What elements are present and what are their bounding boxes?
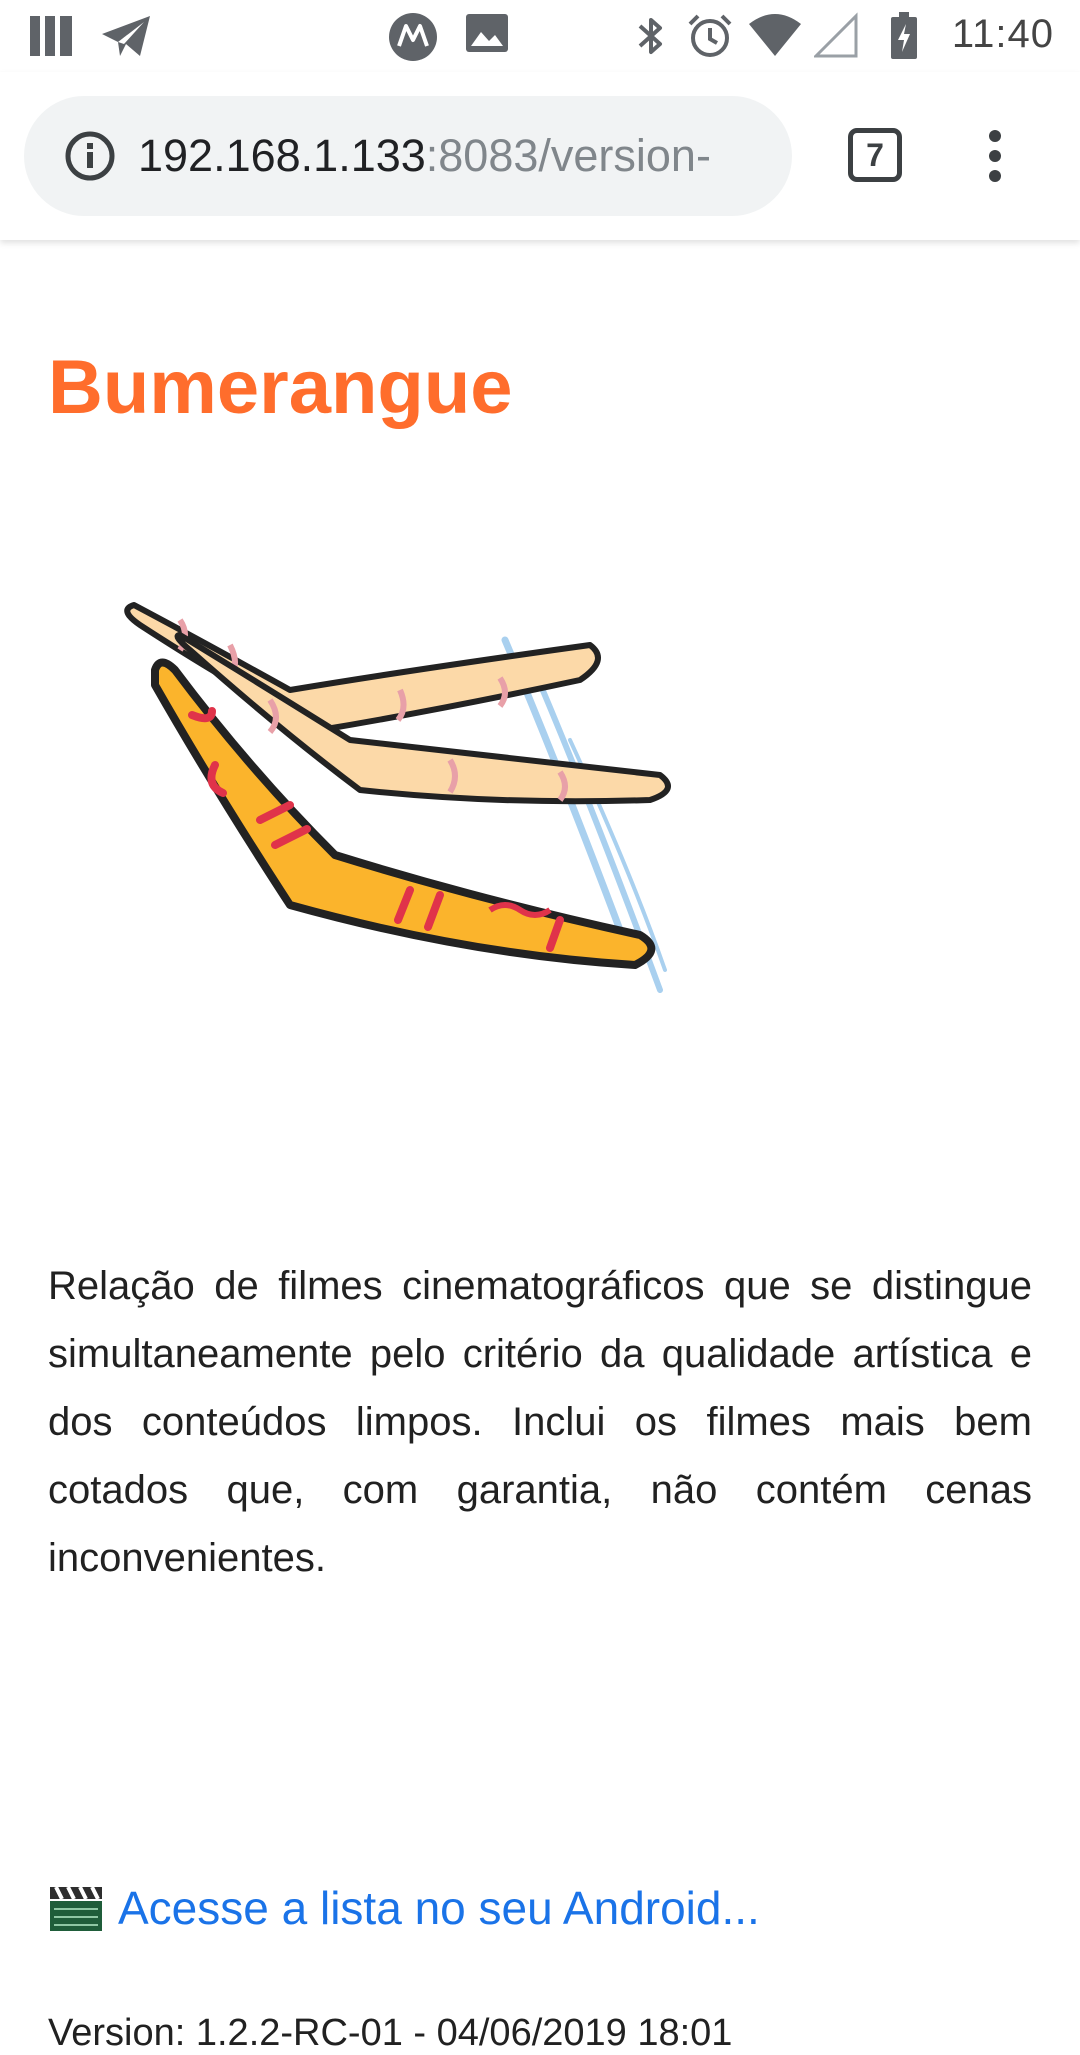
- url-path: :8083/version-: [425, 130, 711, 181]
- android-list-link[interactable]: Acesse a lista no seu Android...: [48, 1880, 760, 1937]
- address-bar[interactable]: 192.168.1.133:8083/version-: [24, 96, 792, 216]
- url-host: 192.168.1.133: [138, 130, 426, 181]
- signal-icon: [814, 12, 858, 58]
- bluetooth-icon: [638, 18, 662, 54]
- wifi-icon: [749, 14, 801, 56]
- motorola-icon: [389, 13, 437, 61]
- clapperboard-icon: [50, 1885, 102, 1931]
- boomerang-illustration: [124, 602, 671, 993]
- url-text[interactable]: 192.168.1.133:8083/version-: [138, 130, 778, 182]
- telegram-icon: [102, 16, 150, 56]
- version-text: Version: 1.2.2-RC-01 - 04/06/2019 18:01: [48, 2012, 733, 2054]
- more-options-icon[interactable]: [980, 128, 1010, 184]
- battery-charging-icon: [891, 12, 917, 59]
- gallery-icon: [466, 14, 508, 52]
- info-icon[interactable]: [64, 130, 116, 182]
- browser-toolbar: 192.168.1.133:8083/version- 7: [0, 72, 1080, 240]
- alarm-icon: [688, 14, 732, 57]
- tab-switcher-button[interactable]: 7: [848, 128, 902, 182]
- status-time: 11:40: [951, 12, 1054, 56]
- android-link-text: Acesse a lista no seu Android...: [118, 1882, 760, 1934]
- status-bar: 11:40: [0, 0, 1080, 72]
- page-title: Bumerangue: [48, 345, 513, 430]
- app-icon: [30, 16, 72, 56]
- page-description: Relação de filmes cinematográficos que s…: [48, 1264, 1032, 1580]
